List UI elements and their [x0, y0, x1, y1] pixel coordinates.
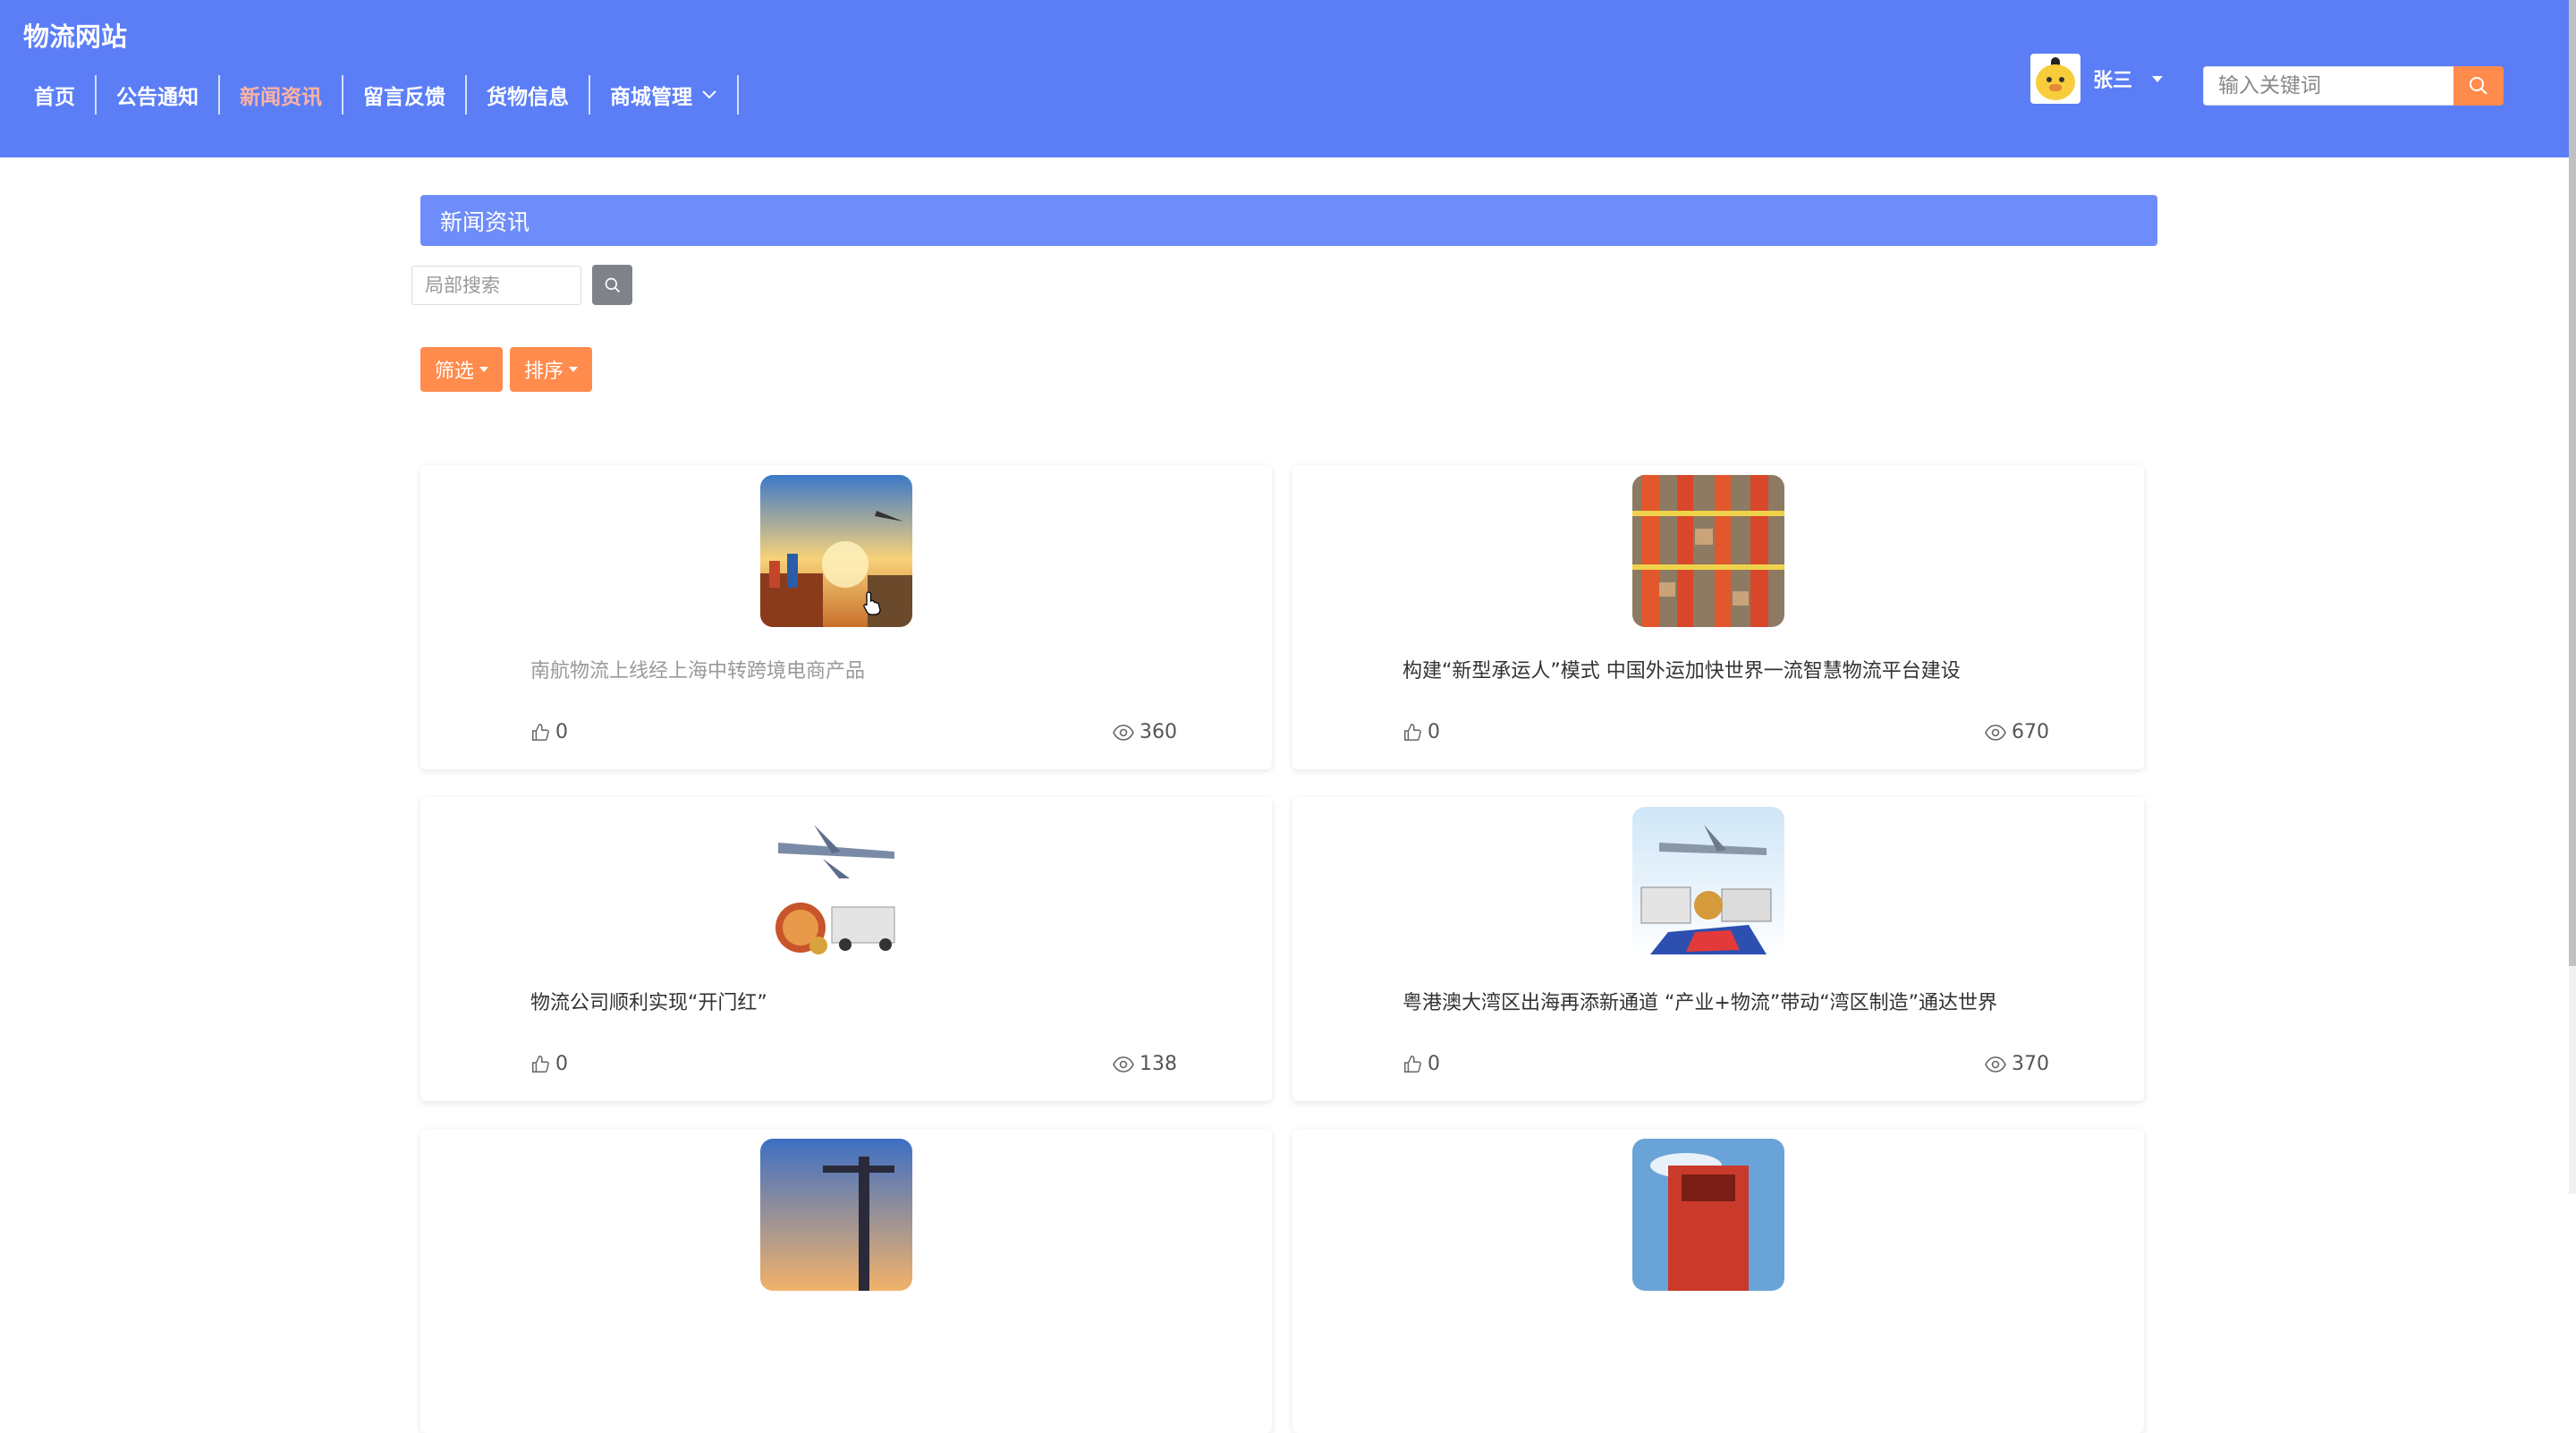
avatar-eye [2046, 77, 2052, 82]
nav-item-home[interactable]: 首页 [14, 75, 97, 114]
nav-label: 留言反馈 [363, 86, 445, 109]
sort-label: 排序 [524, 360, 564, 383]
news-card[interactable]: 粤港澳大湾区出海再添新通道 “产业+物流”带动“湾区制造”通达世界 0 370 [1292, 797, 2144, 1101]
main-nav: 首页 公告通知 新闻资讯 留言反馈 货物信息 商城管理 [14, 75, 739, 114]
eye-icon [1113, 1056, 1134, 1073]
sort-dropdown[interactable]: 排序 [510, 347, 593, 392]
avatar-face [2036, 64, 2075, 100]
view-count-value: 360 [1140, 721, 1177, 743]
caret-down-icon [479, 367, 489, 372]
view-count-value: 670 [2012, 721, 2049, 743]
like-count[interactable]: 0 [1402, 1053, 1440, 1075]
eye-icon [1985, 1056, 2006, 1073]
nav-label: 首页 [34, 86, 75, 109]
hand-cursor-icon [863, 591, 881, 615]
search-icon [605, 277, 620, 293]
like-count[interactable]: 0 [530, 1053, 568, 1075]
avatar-eye [2059, 77, 2064, 82]
filter-bar: 筛选 排序 [420, 347, 599, 392]
eye-icon [1985, 724, 2006, 741]
nav-item-feedback[interactable]: 留言反馈 [343, 75, 467, 114]
view-count: 370 [1985, 1053, 2049, 1075]
filter-dropdown[interactable]: 筛选 [420, 347, 504, 392]
thumbs-up-icon [532, 723, 549, 741]
nav-label: 商城管理 [610, 86, 692, 109]
search-icon [2470, 77, 2487, 95]
caret-down-icon[interactable] [2152, 75, 2164, 82]
news-card[interactable] [420, 1129, 1272, 1433]
local-search [411, 265, 632, 305]
eye-icon [1113, 724, 1134, 741]
top-header: 物流网站 首页 公告通知 新闻资讯 留言反馈 货物信息 商城管理 张三 [0, 0, 2569, 157]
view-count: 138 [1113, 1053, 1177, 1075]
username: 张三 [2093, 70, 2133, 92]
news-thumbnail[interactable] [760, 1139, 912, 1291]
chevron-down-icon [702, 90, 716, 99]
thumbs-up-icon [1404, 1055, 1421, 1073]
scrollbar-thumb[interactable] [2569, 0, 2576, 966]
news-title[interactable]: 南航物流上线经上海中转跨境电商产品 [530, 655, 865, 683]
nav-label: 新闻资讯 [240, 86, 322, 109]
news-title[interactable]: 构建“新型承运人”模式 中国外运加快世界一流智慧物流平台建设 [1402, 655, 1961, 683]
caret-down-icon [569, 367, 579, 372]
news-card[interactable]: 南航物流上线经上海中转跨境电商产品 0 360 [420, 465, 1272, 769]
thumbs-up-icon [532, 1055, 549, 1073]
nav-item-news[interactable]: 新闻资讯 [220, 75, 343, 114]
news-thumbnail[interactable] [1632, 475, 1784, 627]
nav-item-notices[interactable]: 公告通知 [97, 75, 220, 114]
filter-label: 筛选 [435, 360, 475, 383]
nav-label: 公告通知 [116, 86, 199, 109]
news-title[interactable]: 粤港澳大湾区出海再添新通道 “产业+物流”带动“湾区制造”通达世界 [1402, 987, 1997, 1015]
avatar-beak [2049, 84, 2062, 91]
search-input[interactable] [2203, 66, 2453, 106]
local-search-input[interactable] [411, 265, 581, 305]
page-title: 新闻资讯 [420, 195, 2157, 246]
nav-item-mall[interactable]: 商城管理 [590, 75, 739, 114]
thumbs-up-icon [1404, 723, 1421, 741]
local-search-button[interactable] [592, 265, 632, 305]
view-count-value: 370 [2012, 1053, 2049, 1075]
like-count-value: 0 [1428, 721, 1440, 743]
news-card[interactable]: 构建“新型承运人”模式 中国外运加快世界一流智慧物流平台建设 0 670 [1292, 465, 2144, 769]
nav-label: 货物信息 [487, 86, 569, 109]
news-card[interactable] [1292, 1129, 2144, 1433]
site-title: 物流网站 [23, 21, 128, 52]
like-count-value: 0 [555, 1053, 568, 1075]
news-title[interactable]: 物流公司顺利实现“开门红” [530, 987, 767, 1015]
news-thumbnail[interactable] [1632, 1139, 1784, 1291]
view-count-value: 138 [1140, 1053, 1177, 1075]
like-count-value: 0 [555, 721, 568, 743]
view-count: 360 [1113, 721, 1177, 743]
news-thumbnail[interactable] [760, 807, 912, 959]
like-count[interactable]: 0 [1402, 721, 1440, 743]
like-count[interactable]: 0 [530, 721, 568, 743]
news-thumbnail[interactable] [1632, 807, 1784, 959]
header-search [2203, 66, 2504, 106]
view-count: 670 [1985, 721, 2049, 743]
avatar[interactable] [2030, 54, 2080, 104]
news-thumbnail[interactable] [760, 475, 912, 627]
news-card[interactable]: 物流公司顺利实现“开门红” 0 138 [420, 797, 1272, 1101]
like-count-value: 0 [1428, 1053, 1440, 1075]
search-button[interactable] [2453, 66, 2504, 106]
user-menu[interactable]: 张三 [2030, 54, 2164, 104]
nav-item-goods[interactable]: 货物信息 [467, 75, 590, 114]
